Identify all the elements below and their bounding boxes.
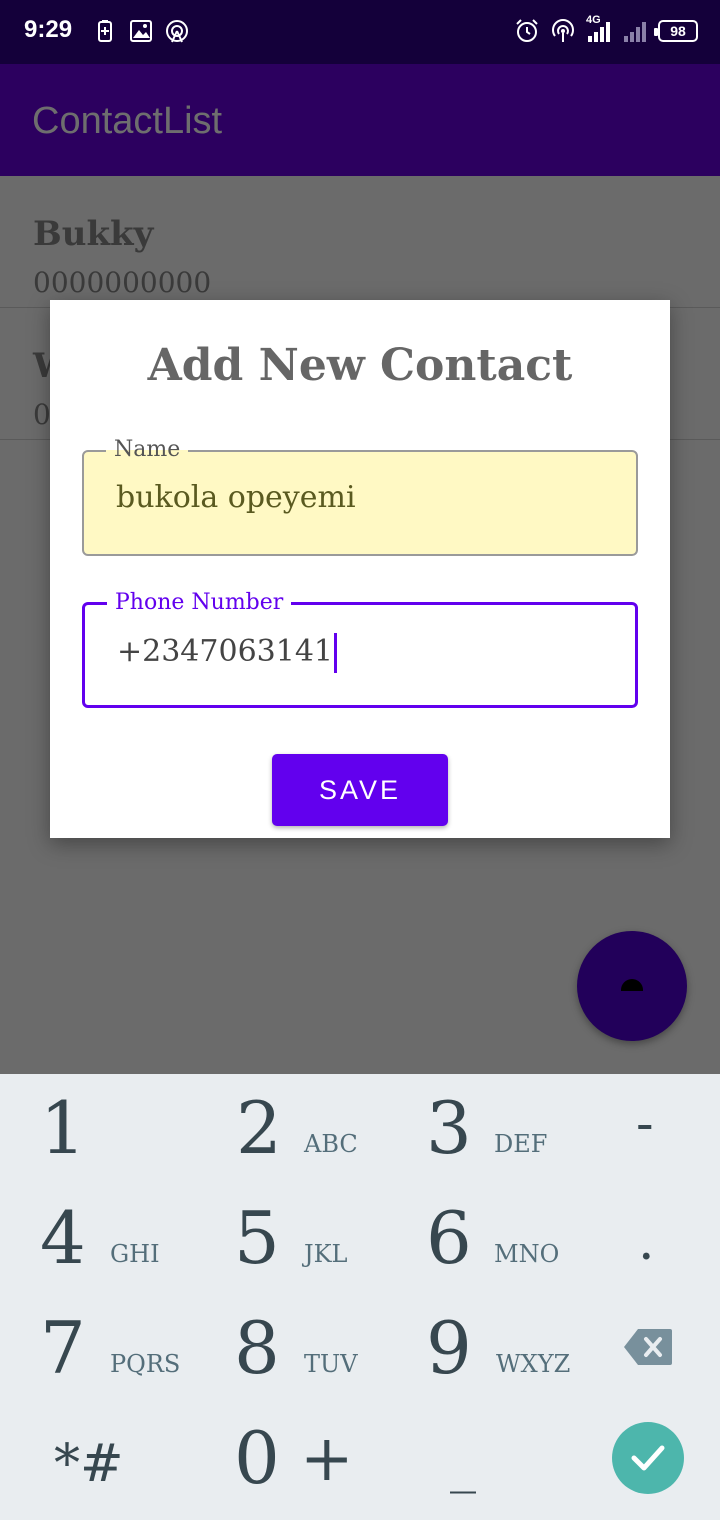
phone-field-value: +2347063141 bbox=[117, 634, 334, 669]
key-digit: 2 bbox=[236, 1086, 282, 1170]
key-7[interactable]: 7 PQRS bbox=[0, 1294, 180, 1404]
key-2[interactable]: 2 ABC bbox=[180, 1074, 360, 1184]
signal-icon: 4G bbox=[586, 14, 612, 44]
contact-phone: 0000000000 bbox=[33, 266, 212, 299]
save-button[interactable]: SAVE bbox=[272, 754, 448, 826]
add-contact-dialog: Add New Contact Name bukola opeyemi Phon… bbox=[50, 300, 670, 838]
numeric-keyboard: 1 2 ABC 3 DEF - 4 GHI 5 JKL 6 MNO . 7 PQ… bbox=[0, 1074, 720, 1520]
key-digit: 5 bbox=[234, 1196, 280, 1280]
key-dot[interactable]: . bbox=[540, 1184, 720, 1294]
key-symbol: *# bbox=[54, 1434, 124, 1494]
key-star-hash[interactable]: *# bbox=[0, 1404, 180, 1514]
fab-icon bbox=[621, 979, 643, 991]
image-icon bbox=[130, 20, 152, 42]
status-time: 9:29 bbox=[24, 16, 73, 43]
done-key[interactable] bbox=[612, 1422, 684, 1494]
list-item[interactable]: Bukky 0000000000 bbox=[0, 176, 720, 308]
backspace-icon[interactable] bbox=[624, 1329, 672, 1365]
key-4[interactable]: 4 GHI bbox=[0, 1184, 180, 1294]
alarm-icon bbox=[516, 19, 538, 42]
key-letters: JKL bbox=[304, 1240, 348, 1268]
key-digit: 9 bbox=[426, 1306, 472, 1390]
battery-saver-icon bbox=[98, 20, 112, 42]
wifi-hotspot-icon bbox=[552, 19, 574, 42]
name-field-label: Name bbox=[106, 438, 189, 462]
key-letters: WXYZ bbox=[496, 1350, 571, 1378]
key-letters: ABC bbox=[304, 1130, 358, 1158]
key-8[interactable]: 8 TUV bbox=[180, 1294, 360, 1404]
check-icon bbox=[631, 1445, 665, 1471]
key-digit: 6 bbox=[426, 1196, 472, 1280]
key-digit: 8 bbox=[234, 1306, 280, 1390]
key-digit: 3 bbox=[426, 1086, 472, 1170]
app-bar: ContactList bbox=[0, 64, 720, 176]
key-5[interactable]: 5 JKL bbox=[180, 1184, 360, 1294]
key-minus[interactable]: - bbox=[540, 1074, 720, 1184]
text-cursor bbox=[334, 633, 338, 673]
phone-field[interactable]: Phone Number +2347063141 bbox=[82, 591, 638, 708]
key-1[interactable]: 1 bbox=[0, 1074, 180, 1184]
phone-field-label: Phone Number bbox=[107, 591, 292, 615]
key-letters: GHI bbox=[110, 1240, 160, 1268]
contact-phone: 0 bbox=[33, 398, 51, 431]
phone-field-value-wrap: +2347063141 bbox=[117, 633, 338, 673]
battery-icon: 98 bbox=[654, 20, 698, 42]
key-digit: 1 bbox=[40, 1086, 86, 1170]
name-field-value: bukola opeyemi bbox=[116, 480, 356, 515]
key-3[interactable]: 3 DEF bbox=[360, 1074, 547, 1184]
key-symbol: _ bbox=[450, 1434, 476, 1494]
key-6[interactable]: 6 MNO bbox=[360, 1184, 559, 1294]
contact-name: Bukky bbox=[33, 214, 154, 254]
name-field[interactable]: Name bukola opeyemi bbox=[82, 438, 638, 556]
add-contact-fab[interactable] bbox=[577, 931, 687, 1041]
status-bar: 9:29 4G 98 bbox=[0, 0, 720, 64]
key-letters: TUV bbox=[304, 1350, 358, 1378]
key-digit: 0 bbox=[234, 1416, 280, 1500]
key-9[interactable]: 9 WXYZ bbox=[360, 1294, 570, 1404]
key-letters: PQRS bbox=[110, 1350, 181, 1378]
key-space[interactable]: _ bbox=[360, 1404, 540, 1514]
key-plus: + bbox=[300, 1422, 354, 1496]
key-digit: 4 bbox=[40, 1196, 86, 1280]
hotspot-icon bbox=[166, 20, 188, 43]
signal-weak-icon bbox=[624, 22, 646, 42]
app-title: ContactList bbox=[32, 100, 223, 142]
key-symbol: - bbox=[636, 1094, 654, 1154]
dialog-title: Add New Contact bbox=[147, 340, 573, 391]
key-0[interactable]: 0 + bbox=[180, 1404, 360, 1514]
key-digit: 7 bbox=[40, 1306, 86, 1390]
key-symbol: . bbox=[638, 1212, 655, 1272]
